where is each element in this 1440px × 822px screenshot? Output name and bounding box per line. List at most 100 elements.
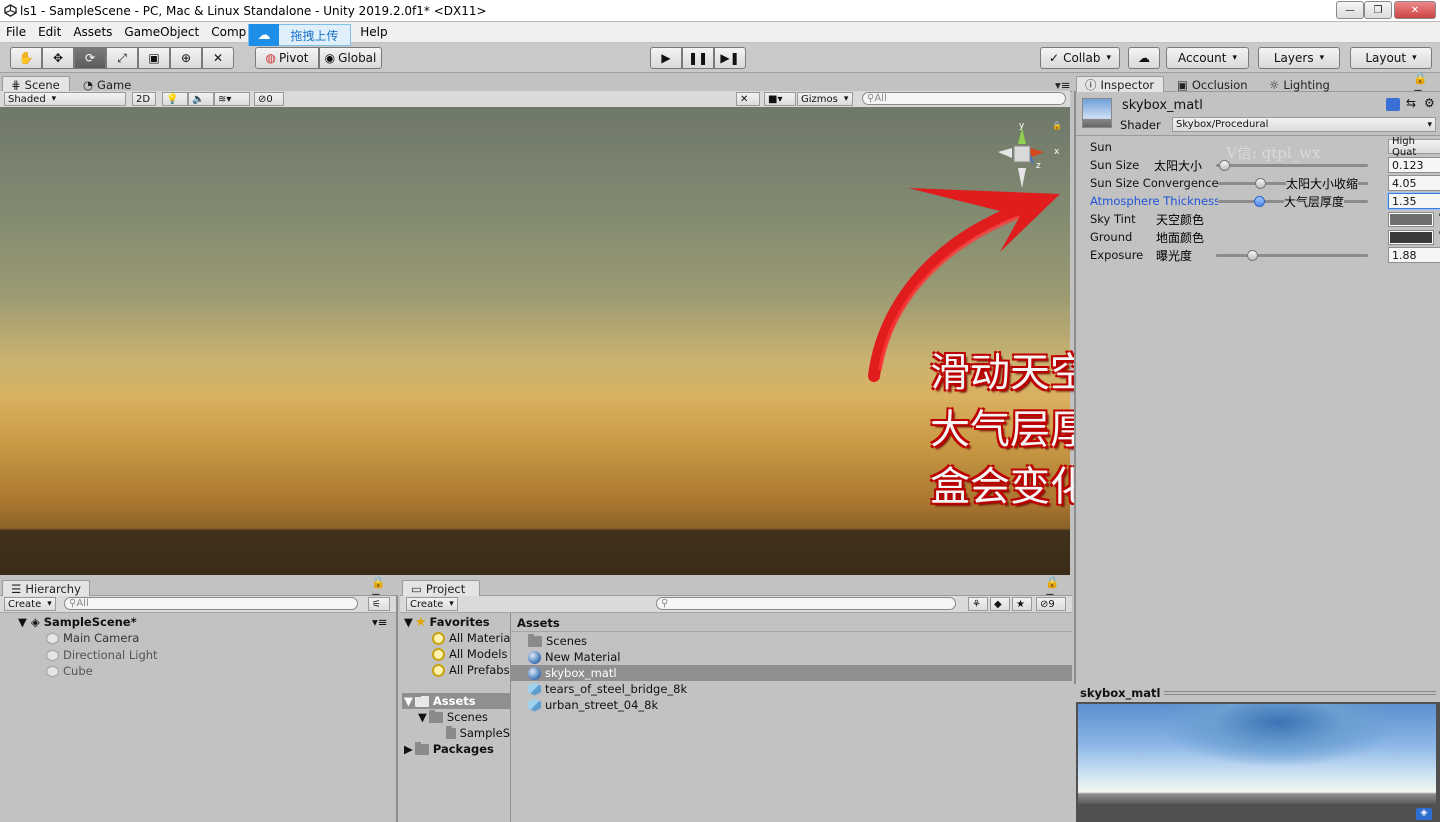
assets-tree-folder[interactable]: ▼ Assets <box>404 693 476 709</box>
tools-icon[interactable]: ✕ <box>736 92 760 106</box>
hierarchy-item[interactable]: Directional Light <box>46 647 158 663</box>
scene-menu-icon[interactable]: ▾≡ <box>372 614 387 630</box>
hierarchy-lock-icon[interactable]: 🔒≡ <box>362 575 396 603</box>
preview-header[interactable]: skybox_matl <box>1076 684 1440 702</box>
asset-item[interactable]: New Material <box>528 649 620 665</box>
pause-button[interactable]: ❚❚ <box>682 47 714 69</box>
effects-dropdown-icon[interactable]: ≋▾ <box>214 92 250 106</box>
menu-edit[interactable]: Edit <box>32 25 67 39</box>
sun-size-field[interactable]: 0.123 <box>1388 157 1440 173</box>
hidden-objects-toggle[interactable]: ⊘ 0 <box>254 92 284 106</box>
cloud-button[interactable]: ☁ <box>1128 47 1160 69</box>
gear-icon[interactable]: ⚙ <box>1424 96 1435 110</box>
scene-search-input[interactable]: ⚲ All <box>862 92 1066 105</box>
inspector-lock-icon[interactable]: 🔒≡ <box>1404 71 1438 99</box>
sun-size-knob[interactable] <box>1218 160 1230 171</box>
audio-toggle-icon[interactable]: 🔈 <box>188 92 214 106</box>
sun-convergence-field[interactable]: 4.05 <box>1388 175 1440 191</box>
drag-handle[interactable] <box>1164 691 1436 695</box>
hand-tool-icon[interactable]: ✋ <box>10 47 42 69</box>
hierarchy-item[interactable]: Main Camera <box>46 630 139 646</box>
close-window-button[interactable]: ✕ <box>1394 1 1436 19</box>
filter-label-icon[interactable]: ◆ <box>990 597 1010 611</box>
project-search-input[interactable]: ⚲ <box>656 597 956 610</box>
step-button[interactable]: ▶❚ <box>714 47 746 69</box>
menu-component[interactable]: Comp <box>205 25 252 39</box>
scale-tool-icon[interactable]: ⤢ <box>106 47 138 69</box>
account-dropdown[interactable]: Account <box>1166 47 1249 69</box>
hierarchy-filter-icon[interactable]: ⚟ <box>368 597 390 611</box>
upload-popup[interactable]: ☁ 拖拽上传 <box>248 24 351 46</box>
menu-assets[interactable]: Assets <box>67 25 118 39</box>
tab-scene[interactable]: ⋕ Scene <box>2 76 70 92</box>
collapse-arrow-icon[interactable]: ▶ <box>404 742 413 756</box>
atmosphere-knob[interactable] <box>1253 196 1265 207</box>
lighting-toggle-icon[interactable]: 💡 <box>162 92 188 106</box>
favorite-star-icon[interactable]: ★ <box>1012 597 1032 611</box>
exposure-knob[interactable] <box>1247 250 1259 261</box>
sun-size-slider[interactable] <box>1216 160 1368 171</box>
asset-item[interactable]: Scenes <box>528 633 587 649</box>
favorite-item[interactable]: All Materia <box>432 630 510 646</box>
help-book-icon[interactable] <box>1386 98 1400 111</box>
menu-help[interactable]: Help <box>354 25 393 39</box>
global-toggle[interactable]: ◉ Global <box>319 47 382 69</box>
panel-menu-icon[interactable]: ▾≡ <box>1046 76 1070 92</box>
tab-inspector[interactable]: ⓘ Inspector <box>1076 76 1164 92</box>
preset-icon[interactable]: ⇆ <box>1406 96 1416 110</box>
rotate-tool-icon[interactable]: ⟳ <box>74 47 106 69</box>
tab-hierarchy[interactable]: ☰ Hierarchy <box>2 580 90 596</box>
layout-dropdown[interactable]: Layout <box>1350 47 1432 69</box>
gizmos-dropdown[interactable]: Gizmos <box>797 92 853 106</box>
scenes-tree-folder[interactable]: ▼ Scenes <box>418 709 488 725</box>
sun-quality-dropdown[interactable]: High Quat <box>1388 136 1440 158</box>
atmosphere-field[interactable]: 1.35 <box>1388 193 1440 209</box>
asset-item[interactable]: urban_street_04_8k <box>528 697 658 713</box>
asset-item[interactable]: tears_of_steel_bridge_8k <box>528 681 687 697</box>
hierarchy-create-dropdown[interactable]: Create <box>4 597 56 611</box>
tab-lighting[interactable]: ☼ Lighting <box>1260 76 1340 92</box>
sky-tint-color-field[interactable] <box>1388 212 1434 227</box>
packages-folder[interactable]: ▶ Packages <box>404 741 494 757</box>
layers-dropdown[interactable]: Layers <box>1258 47 1340 69</box>
exposure-field[interactable]: 1.88 <box>1388 247 1440 263</box>
shader-dropdown[interactable]: Skybox/Procedural <box>1172 117 1436 132</box>
draw-mode-dropdown[interactable]: Shaded <box>4 92 126 106</box>
project-create-dropdown[interactable]: Create <box>406 597 458 611</box>
expand-arrow-icon[interactable]: ▼ <box>18 615 27 629</box>
favorite-item[interactable]: All Prefabs <box>432 662 510 678</box>
scene-root[interactable]: ▼ ◈ SampleScene* <box>18 614 137 630</box>
camera-dropdown-icon[interactable]: ■▾ <box>764 92 796 106</box>
maximize-button[interactable]: ❐ <box>1364 1 1392 19</box>
tab-project[interactable]: ▭ Project <box>402 580 480 596</box>
favorite-item[interactable]: All Models <box>432 646 507 662</box>
menu-file[interactable]: File <box>0 25 32 39</box>
sun-convergence-knob[interactable] <box>1255 178 1266 189</box>
project-lock-icon[interactable]: 🔒≡ <box>1036 575 1070 603</box>
scene-file-tree[interactable]: SampleS <box>446 725 510 741</box>
expand-arrow-icon[interactable]: ▼ <box>404 694 413 708</box>
tab-game[interactable]: ◔ Game <box>74 76 138 92</box>
move-tool-icon[interactable]: ✥ <box>42 47 74 69</box>
transform-tool-icon[interactable]: ⊕ <box>170 47 202 69</box>
lock-icon[interactable]: 🔒 <box>1052 121 1062 130</box>
minimize-button[interactable]: — <box>1336 1 1364 19</box>
play-button[interactable]: ▶ <box>650 47 682 69</box>
filter-type-icon[interactable]: ⚘ <box>968 597 988 611</box>
tab-occlusion[interactable]: ▣ Occlusion <box>1168 76 1252 92</box>
2d-toggle[interactable]: 2D <box>132 92 156 106</box>
hierarchy-search-input[interactable]: ⚲ All <box>64 597 358 610</box>
expand-arrow-icon[interactable]: ▼ <box>404 615 413 629</box>
menu-gameobject[interactable]: GameObject <box>118 25 205 39</box>
rect-tool-icon[interactable]: ▣ <box>138 47 170 69</box>
expand-arrow-icon[interactable]: ▼ <box>418 710 427 724</box>
ground-color-field[interactable] <box>1388 230 1434 245</box>
custom-tool-icon[interactable]: ✕ <box>202 47 234 69</box>
hierarchy-item[interactable]: Cube <box>46 663 93 679</box>
asset-item-selected[interactable]: skybox_matl <box>528 665 617 681</box>
project-hidden-toggle[interactable]: ⊘ 9 <box>1036 597 1066 611</box>
tag-icon[interactable]: ◈ <box>1416 808 1432 820</box>
pivot-toggle[interactable]: ◍ Pivot <box>255 47 319 69</box>
favorites-folder[interactable]: ▼ ★ Favorites <box>404 614 490 630</box>
collab-dropdown[interactable]: ✓ Collab <box>1040 47 1120 69</box>
